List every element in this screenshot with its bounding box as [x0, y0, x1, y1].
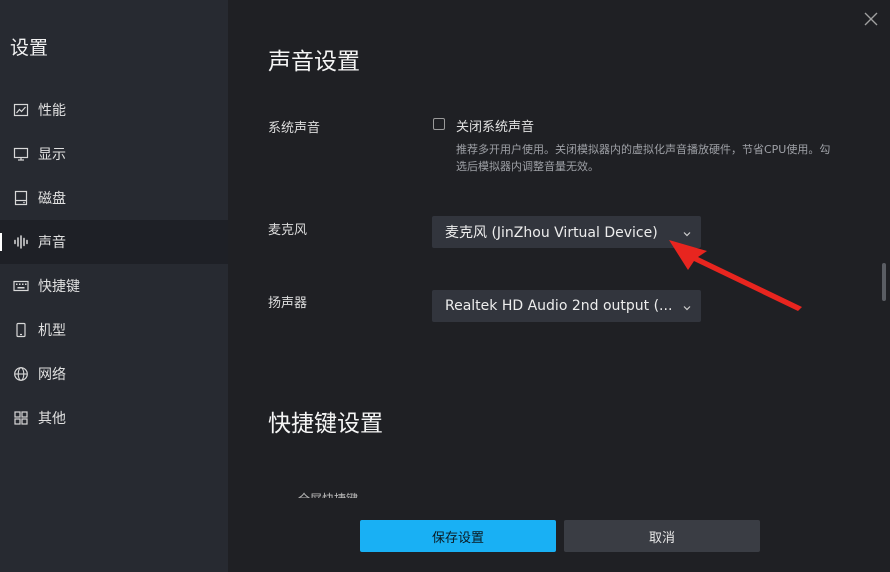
sidebar-item-label: 显示 — [38, 147, 66, 163]
microphone-label: 麦克风 — [268, 223, 308, 238]
sidebar-item-performance[interactable]: 性能 — [0, 88, 228, 132]
sidebar-item-label: 性能 — [38, 103, 66, 119]
mute-system-sound-checkbox[interactable] — [433, 118, 445, 130]
sidebar-item-disk[interactable]: 磁盘 — [0, 176, 228, 220]
section-title-shortcuts: 快捷键设置 — [268, 411, 383, 437]
cancel-button[interactable]: 取消 — [564, 520, 760, 552]
partially-hidden-text: 全屏快捷键 — [298, 490, 358, 498]
sidebar-item-label: 磁盘 — [38, 191, 66, 207]
globe-icon — [13, 366, 29, 382]
keyboard-icon — [13, 278, 29, 294]
speaker-select[interactable]: Realtek HD Audio 2nd output (... — [432, 290, 701, 322]
speaker-selected-value: Realtek HD Audio 2nd output (... — [445, 298, 671, 314]
settings-window: 设置 性能 显示 磁盘 声音 快捷键 机型 网络 其他 声音设置 系统声音 关闭… — [0, 0, 890, 572]
sidebar: 设置 性能 显示 磁盘 声音 快捷键 机型 网络 其他 — [0, 0, 228, 572]
scrollbar-thumb[interactable] — [882, 263, 886, 301]
sidebar-item-sound[interactable]: 声音 — [0, 220, 228, 264]
sidebar-item-other[interactable]: 其他 — [0, 396, 228, 440]
sound-wave-icon — [13, 234, 29, 250]
close-icon[interactable] — [862, 10, 880, 28]
section-title-sound: 声音设置 — [268, 49, 360, 75]
sidebar-nav: 性能 显示 磁盘 声音 快捷键 机型 网络 其他 — [0, 88, 228, 440]
chevron-down-icon — [682, 301, 692, 311]
sidebar-item-label: 其他 — [38, 411, 66, 427]
microphone-select[interactable]: 麦克风 (JinZhou Virtual Device) — [432, 216, 701, 248]
sidebar-item-display[interactable]: 显示 — [0, 132, 228, 176]
sidebar-item-label: 声音 — [38, 235, 66, 251]
sidebar-item-device-model[interactable]: 机型 — [0, 308, 228, 352]
sidebar-title: 设置 — [10, 37, 49, 59]
disk-icon — [13, 190, 29, 206]
monitor-icon — [13, 146, 29, 162]
speaker-label: 扬声器 — [268, 296, 308, 311]
main-panel: 声音设置 系统声音 关闭系统声音 推荐多开用户使用。关闭模拟器内的虚拟化声音播放… — [228, 0, 890, 572]
performance-chart-icon — [13, 102, 29, 118]
sidebar-item-label: 快捷键 — [38, 279, 80, 295]
system-sound-label: 系统声音 — [268, 121, 321, 136]
save-settings-button[interactable]: 保存设置 — [360, 520, 556, 552]
sidebar-item-label: 机型 — [38, 323, 66, 339]
sidebar-item-shortcuts[interactable]: 快捷键 — [0, 264, 228, 308]
mute-system-sound-label[interactable]: 关闭系统声音 — [456, 116, 534, 135]
system-sound-hint: 推荐多开用户使用。关闭模拟器内的虚拟化声音播放硬件，节省CPU使用。勾选后模拟器… — [456, 143, 831, 173]
phone-icon — [13, 322, 29, 338]
chevron-down-icon — [682, 227, 692, 237]
sidebar-item-label: 网络 — [38, 367, 66, 383]
microphone-selected-value: 麦克风 (JinZhou Virtual Device) — [445, 225, 658, 241]
grid-icon — [13, 410, 29, 426]
sidebar-item-network[interactable]: 网络 — [0, 352, 228, 396]
